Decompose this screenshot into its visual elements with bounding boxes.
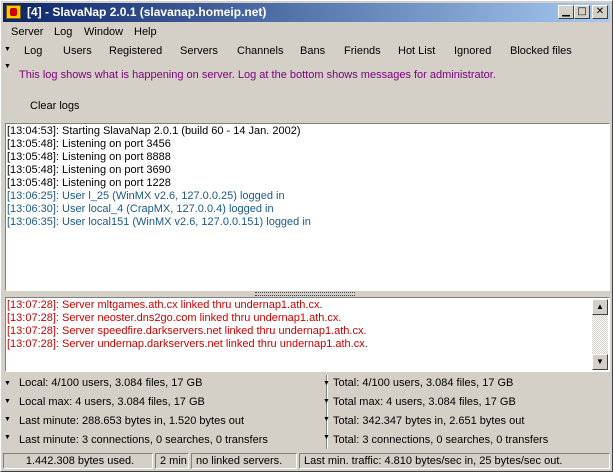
stats-grip-icon[interactable]: ▼ <box>4 396 11 407</box>
tab-log[interactable]: Log <box>24 45 42 57</box>
log-line: [13:06:30]: User local_4 (CrapMX, 127.0.… <box>7 203 274 215</box>
admin-log[interactable]: ▲ ▼ [13:07:28]: Server mltgames.ath.cx l… <box>5 297 610 372</box>
stat-total-users: Total: 4/100 users, 3.084 files, 17 GB <box>333 377 514 389</box>
toolbar-grip-icon[interactable]: ▼ <box>4 61 11 72</box>
menu-server[interactable]: Server <box>11 26 43 38</box>
log-line: [13:07:28]: Server undernap.darkservers.… <box>7 338 368 350</box>
stat-local-bytes: Last minute: 288.653 bytes in, 1.520 byt… <box>19 415 245 427</box>
clear-logs-button[interactable]: Clear logs <box>30 100 80 112</box>
scroll-up-icon[interactable]: ▲ <box>592 299 608 315</box>
menu-log[interactable]: Log <box>54 26 72 38</box>
stat-total-max: Total max: 4 users, 3.084 files, 17 GB <box>333 396 516 408</box>
minimize-icon[interactable]: ▁ <box>558 5 574 19</box>
log-line: [13:04:53]: Starting SlavaNap 2.0.1 (bui… <box>7 125 301 137</box>
stats-grip-icon[interactable]: ▼ <box>323 378 330 389</box>
status-links: no linked servers. <box>191 453 297 469</box>
stat-total-connections: Total: 3 connections, 0 searches, 0 tran… <box>333 434 549 446</box>
server-log[interactable]: [13:04:53]: Starting SlavaNap 2.0.1 (bui… <box>5 123 610 291</box>
log-line: [13:05:48]: Listening on port 8888 <box>7 151 171 163</box>
scroll-down-icon[interactable]: ▼ <box>592 354 608 370</box>
tab-users[interactable]: Users <box>63 45 92 57</box>
stats-grip-icon[interactable]: ▼ <box>323 414 330 425</box>
stats-grip-icon[interactable]: ▼ <box>4 378 11 389</box>
app-icon[interactable] <box>6 5 21 19</box>
status-uptime: 2 min. <box>155 453 189 469</box>
info-text: This log shows what is happening on serv… <box>19 69 496 81</box>
toolbar-grip-icon[interactable]: ▼ <box>4 44 11 55</box>
close-icon[interactable]: ✕ <box>592 5 608 19</box>
menu-bar: Server Log Window Help <box>3 23 610 41</box>
log-line: [13:05:48]: Listening on port 3690 <box>7 164 171 176</box>
menu-help[interactable]: Help <box>134 26 157 38</box>
status-memory: 1.442.308 bytes used. <box>3 453 153 469</box>
tab-blocked-files[interactable]: Blocked files <box>510 45 572 57</box>
tab-hot-list[interactable]: Hot List <box>398 45 435 57</box>
log-line: [13:07:28]: Server speedfire.darkservers… <box>7 325 367 337</box>
stats-grip-icon[interactable]: ▼ <box>4 414 11 425</box>
title-bar[interactable]: [4] - SlavaNap 2.0.1 (slavanap.homeip.ne… <box>3 3 610 22</box>
log-line: [13:07:28]: Server mltgames.ath.cx linke… <box>7 299 323 311</box>
app-window: [4] - SlavaNap 2.0.1 (slavanap.homeip.ne… <box>0 0 613 472</box>
log-line: [13:07:28]: Server neoster.dns2go.com li… <box>7 312 342 324</box>
stat-local-users: Local: 4/100 users, 3.084 files, 17 GB <box>19 377 203 389</box>
stat-local-connections: Last minute: 3 connections, 0 searches, … <box>19 434 268 446</box>
admin-log-scrollbar[interactable]: ▲ ▼ <box>592 299 608 370</box>
stat-local-max: Local max: 4 users, 3.084 files, 17 GB <box>19 396 205 408</box>
window-title: [4] - SlavaNap 2.0.1 (slavanap.homeip.ne… <box>27 5 267 19</box>
log-line: [13:05:48]: Listening on port 1228 <box>7 177 171 189</box>
stats-grip-icon[interactable]: ▼ <box>4 432 11 443</box>
log-line: [13:06:35]: User local151 (WinMX v2.6, 1… <box>7 216 311 228</box>
tab-servers[interactable]: Servers <box>180 45 218 57</box>
stats-grip-icon[interactable]: ▼ <box>323 396 330 407</box>
tab-registered[interactable]: Registered <box>109 45 162 57</box>
menu-window[interactable]: Window <box>84 26 123 38</box>
tab-friends[interactable]: Friends <box>344 45 381 57</box>
stat-total-bytes: Total: 342.347 bytes in, 2.651 bytes out <box>333 415 525 427</box>
tab-bans[interactable]: Bans <box>300 45 325 57</box>
tab-channels[interactable]: Channels <box>237 45 283 57</box>
tab-ignored[interactable]: Ignored <box>454 45 491 57</box>
status-traffic: Last min. traffic: 4.810 bytes/sec in, 2… <box>299 453 610 469</box>
log-line: [13:06:25]: User l_25 (WinMX v2.6, 127.0… <box>7 190 285 202</box>
maximize-icon[interactable]: □ <box>574 5 590 19</box>
stats-grip-icon[interactable]: ▼ <box>323 432 330 443</box>
log-line: [13:05:48]: Listening on port 3456 <box>7 138 171 150</box>
